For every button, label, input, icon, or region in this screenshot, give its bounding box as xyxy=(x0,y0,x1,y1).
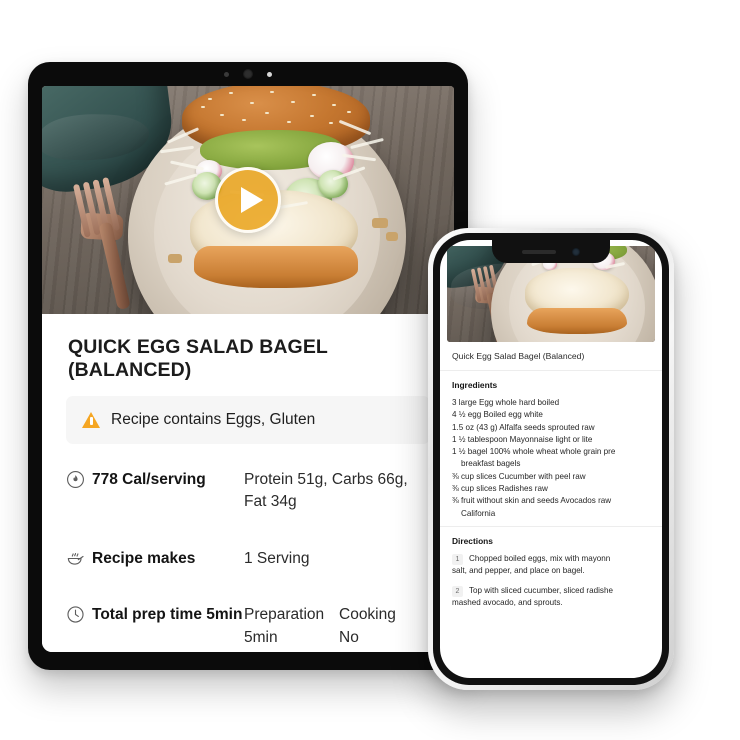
servings-row: Recipe makes 1 Serving xyxy=(66,531,430,587)
preparation-column: Preparation 5min xyxy=(244,604,339,649)
direction-step: 1 Chopped boiled eggs, mix with mayonn s… xyxy=(452,553,650,577)
warning-triangle-icon xyxy=(82,412,100,428)
allergen-text: Recipe contains Eggs, Gluten xyxy=(111,411,316,428)
ingredient-text: ⅜ cup slices Radishes raw xyxy=(452,484,548,494)
tablet-light-sensor-icon xyxy=(267,71,272,77)
preptime-row-wrapper: Total prep time 5min Preparation 5min Co… xyxy=(42,587,454,652)
directions-heading: Directions xyxy=(452,535,493,546)
ingredient-item: 1 ½ tablespoon Mayonnaise light or lite xyxy=(452,434,650,446)
tablet-top-bezel xyxy=(28,62,468,86)
bagel-bottom-half xyxy=(194,246,358,288)
step-text-line2: salt, and pepper, and place on bagel. xyxy=(452,566,585,576)
recipe-details: QUICK EGG SALAD BAGEL (BALANCED) Recipe … xyxy=(42,314,454,652)
ingredient-item: ⅜ cup slices Radishes raw xyxy=(452,483,650,495)
phone-device: Quick Egg Salad Bagel (Balanced) Ingredi… xyxy=(428,228,674,690)
phone-recipe-title: Quick Egg Salad Bagel (Balanced) xyxy=(440,342,662,371)
cooking-value: No xyxy=(339,628,359,646)
ingredient-item: 4 ½ egg Boiled egg white xyxy=(452,409,650,421)
step-number: 1 xyxy=(452,553,463,565)
tablet-device: QUICK EGG SALAD BAGEL (BALANCED) Recipe … xyxy=(28,62,468,670)
earpiece-speaker-icon xyxy=(522,249,556,254)
ingredient-item: 3 large Egg whole hard boiled xyxy=(452,397,650,409)
nutrition-row-wrapper: 778 Cal/serving Protein 51g, Carbs 66g, … xyxy=(42,452,454,531)
ingredient-text-continued: breakfast bagels xyxy=(461,459,521,469)
tablet-sensor-icon xyxy=(224,71,229,77)
play-icon xyxy=(240,187,263,213)
recipe-hero-image xyxy=(42,86,454,314)
screenshot-stage: QUICK EGG SALAD BAGEL (BALANCED) Recipe … xyxy=(0,0,740,740)
allergen-banner: Recipe contains Eggs, Gluten xyxy=(66,396,430,444)
ingredient-item: 1 ½ bagel 100% whole wheat whole grain p… xyxy=(452,446,650,471)
servings-label: Recipe makes xyxy=(92,549,196,567)
ingredient-text: 1 ½ tablespoon Mayonnaise light or lite xyxy=(452,434,593,444)
food-crumb xyxy=(372,218,388,228)
clock-icon xyxy=(67,606,84,623)
direction-step: 2 Top with sliced cucumber, sliced radis… xyxy=(452,585,650,609)
ingredient-item: ⅜ fruit without skin and seeds Avocados … xyxy=(452,495,650,520)
ingredient-text: ⅜ fruit without skin and seeds Avocados … xyxy=(452,496,612,506)
page-title: QUICK EGG SALAD BAGEL (BALANCED) xyxy=(68,336,328,381)
ingredient-text: ⅜ cup slices Cucumber with peel raw xyxy=(452,471,586,481)
phone-notch xyxy=(492,240,610,263)
servings-row-wrapper: Recipe makes 1 Serving xyxy=(42,531,454,587)
total-prep-label: Total prep time 5min xyxy=(92,606,243,624)
step-number: 2 xyxy=(452,586,463,598)
ingredient-text-continued: California xyxy=(461,508,496,518)
ingredient-text: 1.5 oz (43 g) Alfalfa seeds sprouted raw xyxy=(452,422,595,432)
step-text-line1: Chopped boiled eggs, mix with mayonn xyxy=(469,553,611,563)
ingredient-item: 1.5 oz (43 g) Alfalfa seeds sprouted raw xyxy=(452,422,650,434)
macros-value: Protein 51g, Carbs 66g, Fat 34g xyxy=(244,471,408,511)
phone-ingredients-section: Ingredients 3 large Egg whole hard boile… xyxy=(440,371,662,526)
tablet-screen: QUICK EGG SALAD BAGEL (BALANCED) Recipe … xyxy=(42,86,454,652)
phone-body: Quick Egg Salad Bagel (Balanced) Ingredi… xyxy=(433,233,669,685)
play-video-button[interactable] xyxy=(215,167,281,233)
phone-front-camera-icon xyxy=(572,247,580,256)
preptime-row: Total prep time 5min Preparation 5min Co… xyxy=(66,587,430,652)
preparation-heading: Preparation xyxy=(244,606,325,624)
ingredient-text: 4 ½ egg Boiled egg white xyxy=(452,410,543,420)
phone-directions-section: Directions 1 Chopped boiled eggs, mix wi… xyxy=(440,525,662,624)
cooking-heading: Cooking xyxy=(339,606,396,624)
ingredient-text: 1 ½ bagel 100% whole wheat whole grain p… xyxy=(452,447,616,457)
calories-label: 778 Cal/serving xyxy=(92,471,206,488)
ingredient-text: 3 large Egg whole hard boiled xyxy=(452,398,560,407)
cooking-column: Cooking No xyxy=(339,604,396,649)
bowl-steam-icon xyxy=(67,552,84,565)
tablet-front-camera-icon xyxy=(243,69,253,79)
servings-value: 1 Serving xyxy=(244,549,310,567)
food-crumb xyxy=(168,254,182,263)
phone-screen: Quick Egg Salad Bagel (Balanced) Ingredi… xyxy=(440,240,662,678)
ingredients-heading: Ingredients xyxy=(452,380,498,390)
step-text: Top with sliced cucumber, sliced radishe… xyxy=(452,585,613,609)
step-text: Chopped boiled eggs, mix with mayonn sal… xyxy=(452,553,611,577)
ingredient-item: ⅜ cup slices Cucumber with peel raw xyxy=(452,471,650,483)
preparation-value: 5min xyxy=(244,628,278,646)
step-text-line2: mashed avocado, and sprouts. xyxy=(452,598,563,608)
food-crumb xyxy=(386,232,398,241)
bagel-bottom-half xyxy=(527,308,627,334)
nutrition-row: 778 Cal/serving Protein 51g, Carbs 66g, … xyxy=(66,452,430,531)
step-text-line1: Top with sliced cucumber, sliced radishe xyxy=(469,586,613,596)
flame-icon xyxy=(67,471,84,488)
